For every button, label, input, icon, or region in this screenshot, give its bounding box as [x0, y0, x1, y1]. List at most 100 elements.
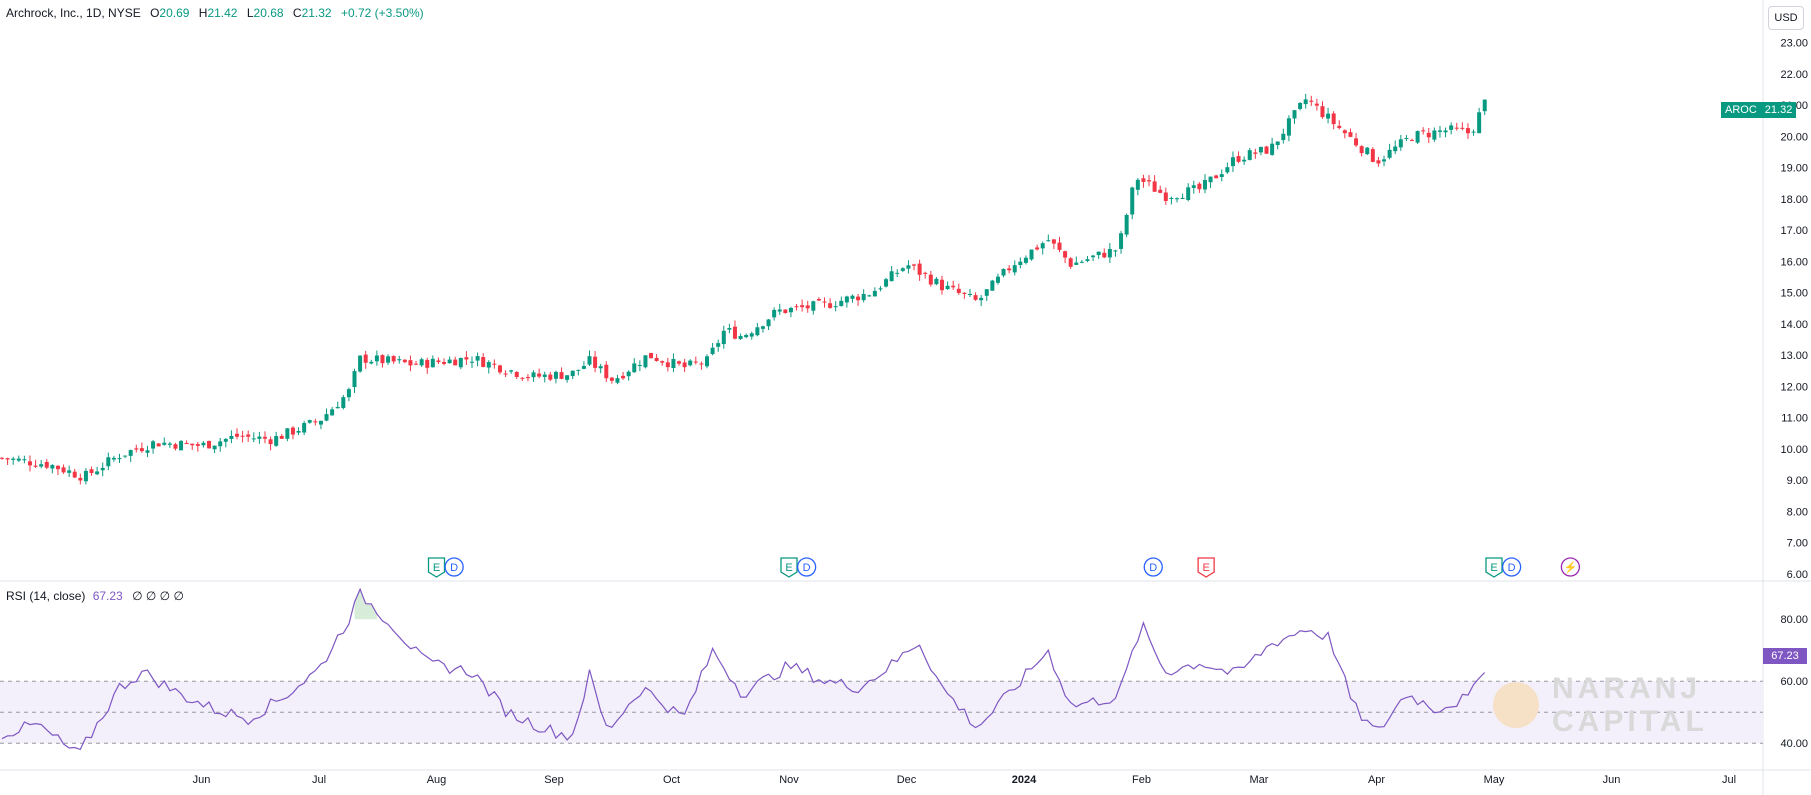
candle-body [1130, 187, 1135, 215]
candle-body [654, 357, 659, 361]
candle-body [380, 355, 385, 364]
change-value: +0.72 (+3.50%) [340, 6, 424, 20]
candle-body [139, 448, 144, 452]
candle-body [1158, 189, 1163, 193]
candle-body [5, 458, 10, 460]
candle-body [218, 441, 223, 447]
low-value: 20.68 [253, 6, 284, 20]
chart-stage[interactable]: EDEDDEED⚡E 40.0060.0080.00 6.007.008.009… [0, 0, 1811, 795]
candle-body [1465, 128, 1470, 134]
event-marker[interactable]: E [1197, 557, 1215, 578]
candle-body [984, 289, 989, 296]
candle-body [660, 361, 665, 363]
event-marker-label: D [1508, 562, 1516, 574]
open-key: O [150, 6, 160, 20]
price-tick-label: 11.00 [1781, 413, 1808, 425]
price-tick-label: 13.00 [1780, 350, 1808, 362]
event-marker[interactable]: D [1143, 557, 1163, 577]
candle-body [772, 309, 777, 318]
event-marker[interactable]: E [780, 557, 798, 578]
candle-body [1359, 146, 1364, 154]
candle-body [710, 347, 715, 355]
candle-body [1175, 198, 1179, 200]
candle-body [951, 285, 956, 288]
close-value: 21.32 [301, 6, 332, 20]
candle-body [923, 272, 928, 274]
candle-body [699, 363, 704, 365]
candle-body [872, 290, 877, 297]
candle-body [145, 450, 150, 453]
candle-body [430, 358, 435, 368]
candle-body [677, 361, 682, 364]
time-tick-label: Nov [779, 774, 799, 786]
candle-body [688, 360, 693, 366]
candle-body [1091, 255, 1096, 258]
candle-body [352, 371, 357, 388]
time-tick-label: Sep [544, 774, 564, 786]
open-value: 20.69 [159, 6, 190, 20]
chart-canvas[interactable]: EDEDDEED⚡E 40.0060.0080.00 6.007.008.009… [0, 0, 1811, 795]
candle-body [1007, 268, 1012, 271]
candle-body [1023, 257, 1028, 263]
candle-body [78, 477, 83, 481]
candle-body [1191, 185, 1196, 188]
candle-body [828, 303, 833, 308]
candle-body [55, 465, 60, 470]
candle-body [1365, 147, 1370, 155]
candle-body [1208, 176, 1213, 183]
candle-body [643, 355, 648, 368]
price-tick-label: 10.00 [1780, 444, 1808, 456]
candle-body [1230, 157, 1235, 167]
candle-body [1113, 250, 1118, 252]
candle-body [324, 414, 329, 421]
candle-body [162, 442, 167, 445]
candle-body [1337, 125, 1342, 129]
candle-body [962, 292, 967, 294]
candle-body [1147, 180, 1152, 182]
candle-body [749, 333, 754, 337]
price-tick-label: 16.00 [1780, 256, 1808, 268]
candle-body [1214, 175, 1219, 179]
candle-body [1063, 251, 1068, 258]
event-marker[interactable]: ⚡ [1560, 557, 1581, 577]
candle-body [995, 276, 1000, 283]
candle-body [794, 306, 799, 308]
event-marker[interactable]: D [1501, 557, 1522, 577]
candle-body [335, 407, 340, 409]
currency-button[interactable]: USD [1768, 6, 1804, 30]
price-tick-label: 15.00 [1780, 288, 1808, 300]
event-marker[interactable]: D [444, 557, 464, 577]
candle-body [1303, 99, 1308, 105]
rsi-legend: RSI (14, close) 67.23 ∅ ∅ ∅ ∅ [6, 589, 184, 603]
candle-body [397, 359, 402, 361]
candle-body [800, 305, 805, 308]
candle-body [1326, 113, 1331, 119]
price-tick-label: 20.00 [1780, 131, 1808, 143]
candle-body [1102, 252, 1107, 258]
event-marker-label: D [803, 562, 811, 574]
candle-body [1186, 187, 1191, 201]
candle-body [257, 436, 262, 439]
candle-body [1443, 130, 1448, 133]
candle-body [682, 362, 687, 368]
candle-body [1057, 242, 1062, 250]
event-marker[interactable]: D [796, 557, 817, 577]
candle-body [1387, 149, 1392, 158]
candle-body [878, 288, 883, 290]
event-marker[interactable]: E [427, 557, 446, 578]
candle-body [33, 465, 38, 467]
price-tick-label: 12.00 [1780, 381, 1808, 393]
candle-body [716, 343, 721, 347]
candle-body [850, 295, 855, 299]
candle-body [1415, 131, 1420, 143]
time-tick-label: May [1484, 774, 1505, 786]
event-marker-label: E [785, 562, 792, 574]
price-tick-label: 18.00 [1780, 194, 1808, 206]
event-marker[interactable]: E [1485, 557, 1503, 578]
event-marker-label: D [1149, 562, 1157, 574]
candle-body [414, 363, 419, 365]
candle-body [111, 457, 116, 460]
candle-body [525, 376, 530, 379]
candle-body [1292, 110, 1297, 119]
candle-body [1404, 138, 1409, 140]
